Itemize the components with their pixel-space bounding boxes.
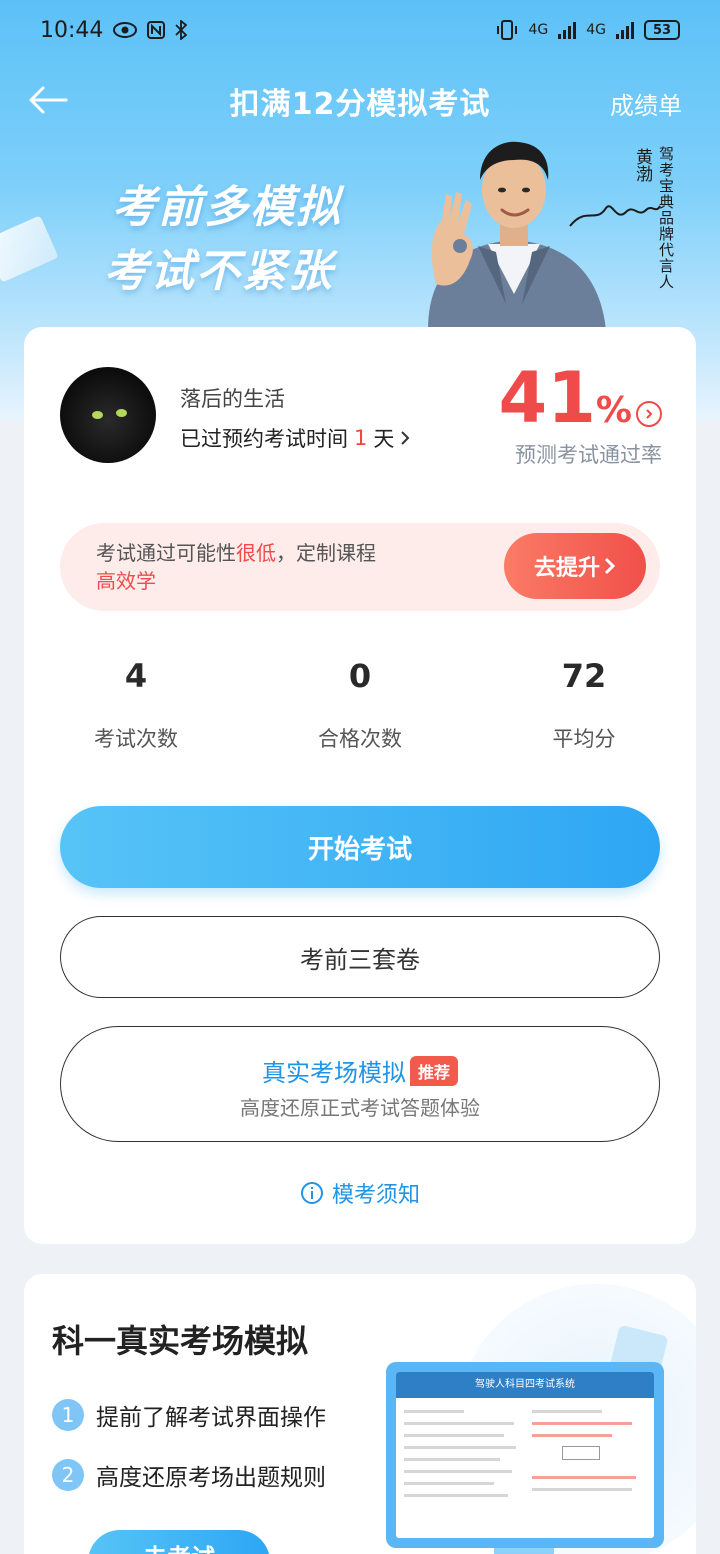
screen-line: [404, 1482, 494, 1485]
improve-text-prefix: 考试通过可能性: [96, 541, 236, 565]
real-exam-simulation-button[interactable]: 真实考场模拟 推荐 高度还原正式考试答题体验: [60, 1026, 660, 1142]
signal-icon: [558, 21, 577, 39]
network-type-2: 4G: [586, 22, 606, 38]
stat-value: 0: [348, 657, 372, 695]
status-bar: 10:44 4G 4G 53: [0, 0, 720, 60]
eye-icon: [113, 22, 138, 38]
nav-bar: 扣满12分模拟考试 成绩单: [0, 70, 720, 132]
improve-text-line2: 高效学: [96, 569, 156, 593]
screen-line: [404, 1470, 512, 1473]
screen-line: [404, 1458, 500, 1461]
monitor-screen: 驾驶人科目四考试系统: [396, 1372, 654, 1538]
screen-line: [532, 1410, 602, 1413]
feature-number: 1: [52, 1399, 84, 1431]
info-icon: [300, 1182, 323, 1204]
status-left: 10:44: [40, 17, 188, 43]
battery-icon: 53: [644, 20, 680, 40]
exam-summary-card: 落后的生活 已过预约考试时间 1 天 41% 预测考试通过率 考试通过可能性很低…: [24, 327, 696, 1244]
screen-line: [404, 1446, 516, 1449]
screen-confirm-box: [562, 1446, 600, 1460]
avatar[interactable]: [60, 367, 156, 463]
cat-eye-right: [116, 409, 127, 417]
real-exam-title-row: 真实考场模拟 推荐: [61, 1053, 659, 1088]
feature-text: 提前了解考试界面操作: [96, 1405, 326, 1431]
stat-label: 合格次数: [318, 727, 402, 751]
chevron-right-icon: [401, 431, 410, 445]
page-title: 扣满12分模拟考试: [229, 87, 491, 122]
stat-value: 72: [561, 657, 607, 695]
feature-item: 1 提前了解考试界面操作: [52, 1398, 326, 1432]
stat-label: 平均分: [552, 727, 616, 751]
improve-text-highlight: 很低: [236, 541, 276, 565]
monitor-stand: [494, 1548, 554, 1554]
screen-line: [404, 1410, 464, 1413]
real-exam-title: 真实考场模拟: [261, 1059, 406, 1087]
pass-rate-value: 41: [498, 357, 596, 439]
stat-exam-count: 4 考试次数: [24, 657, 248, 753]
real-exam-section: 科一真实考场模拟 1 提前了解考试界面操作 2 高度还原考场出题规则 驾驶人科目…: [24, 1274, 696, 1554]
vibrate-icon: [497, 20, 518, 40]
exam-time-prefix: 已过预约考试时间: [180, 427, 348, 451]
screen-line: [404, 1422, 514, 1425]
pass-rate[interactable]: 41% 预测考试通过率: [482, 363, 662, 469]
improve-text: 考试通过可能性很低，定制课程 高效学: [96, 539, 376, 595]
start-exam-button[interactable]: 开始考试: [60, 806, 660, 888]
cat-eye-left: [92, 411, 103, 419]
status-right: 4G 4G 53: [496, 20, 680, 40]
spokesman-title: 驾考宝典品牌代言人: [657, 146, 675, 290]
exam-time-link[interactable]: 已过预约考试时间 1 天: [180, 423, 410, 453]
stat-label: 考试次数: [94, 727, 178, 751]
signal-icon-2: [616, 21, 634, 39]
feature-item: 2 高度还原考场出题规则: [52, 1458, 326, 1492]
exam-screen-illustration: 驾驶人科目四考试系统: [386, 1362, 664, 1548]
back-button[interactable]: [26, 80, 70, 120]
pass-rate-unit: %: [595, 390, 632, 431]
exam-days: 1: [354, 426, 368, 450]
three-sets-button[interactable]: 考前三套卷: [60, 916, 660, 998]
screen-line: [532, 1488, 632, 1491]
improve-text-suffix: ，定制课程: [276, 541, 376, 565]
stat-value: 4: [124, 657, 148, 695]
screen-header: 驾驶人科目四考试系统: [396, 1372, 654, 1398]
screen-line: [404, 1494, 508, 1497]
go-exam-button[interactable]: 去考试: [88, 1530, 270, 1554]
bluetooth-icon: [175, 20, 188, 40]
signature-image: [569, 205, 661, 227]
recommend-badge: 推荐: [409, 1055, 458, 1086]
exam-notice-label: 模考须知: [331, 1183, 420, 1208]
feature-text: 高度还原考场出题规则: [96, 1465, 326, 1491]
network-type-1: 4G: [528, 22, 549, 38]
screen-line: [532, 1422, 632, 1425]
screen-line: [532, 1434, 612, 1437]
feature-number: 2: [52, 1459, 84, 1491]
hero-slogan: 考前多模拟 考试不紧张: [104, 176, 342, 304]
spokesman-image: [428, 141, 606, 330]
status-time: 10:44: [40, 17, 104, 43]
exam-days-unit: 天: [373, 427, 395, 451]
improve-banner: 考试通过可能性很低，定制课程 高效学 去提升: [60, 523, 660, 611]
section-title: 科一真实考场模拟: [52, 1322, 309, 1360]
exam-stats: 4 考试次数 0 合格次数 72 平均分: [24, 657, 696, 753]
exam-notice-link[interactable]: 模考须知: [24, 1177, 696, 1209]
nfc-icon: [147, 21, 166, 39]
chevron-right-icon: [604, 557, 616, 575]
arrow-left-icon: [29, 86, 68, 114]
chevron-right-circle-icon: [636, 400, 662, 427]
slogan-line-2: 考试不紧张: [104, 246, 334, 297]
pass-rate-label: 预测考试通过率: [515, 443, 662, 467]
spokesman-name: 黄渤: [632, 148, 652, 182]
real-exam-subtitle: 高度还原正式考试答题体验: [240, 1096, 480, 1120]
improve-button-label: 去提升: [533, 556, 600, 581]
screen-line: [532, 1476, 636, 1479]
user-name: 落后的生活: [180, 387, 285, 411]
report-card-link[interactable]: 成绩单: [610, 86, 682, 121]
screen-line: [404, 1434, 504, 1437]
slogan-line-1: 考前多模拟: [112, 182, 342, 233]
stat-pass-count: 0 合格次数: [248, 657, 472, 753]
improve-button[interactable]: 去提升: [504, 533, 646, 599]
stat-average-score: 72 平均分: [472, 657, 696, 753]
